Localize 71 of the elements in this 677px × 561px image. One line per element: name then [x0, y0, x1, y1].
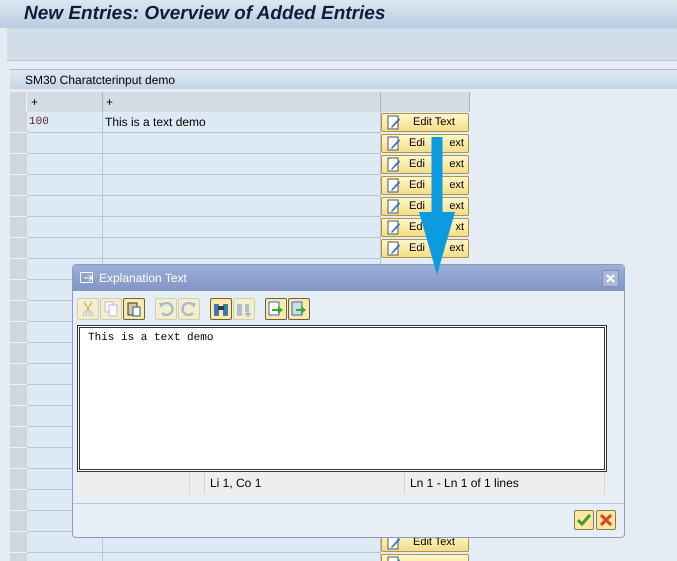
confirm-button[interactable]	[574, 510, 594, 530]
row-selector[interactable]	[10, 343, 27, 364]
button-label: ext	[449, 157, 464, 172]
table-cell: 100	[27, 112, 103, 133]
scissors-icon	[81, 301, 95, 317]
text-editor[interactable]: This is a text demo	[77, 325, 607, 472]
pencil-note-icon	[387, 220, 401, 235]
toolbar-button[interactable]	[123, 298, 145, 320]
row-selector[interactable]	[10, 238, 27, 259]
row-selector[interactable]	[10, 112, 27, 133]
row-selector[interactable]	[10, 196, 27, 217]
dialog-title: Explanation Text	[99, 270, 187, 287]
button-label: Edi	[409, 178, 425, 194]
table-cell: This is a text demo	[103, 112, 381, 133]
button-label: xt	[455, 220, 464, 236]
row-selector[interactable]	[10, 175, 27, 196]
button-label: Edi	[409, 157, 425, 172]
binoculars-icon	[213, 301, 229, 317]
pencil-note-icon	[387, 178, 401, 193]
button-label: ext	[449, 199, 464, 214]
toolbar-button[interactable]	[210, 298, 232, 320]
button-label: Edi	[409, 199, 425, 214]
row-selector[interactable]	[10, 217, 27, 238]
row-selector[interactable]	[10, 259, 27, 280]
button-label: ext	[449, 178, 464, 194]
row-selector[interactable]	[10, 301, 27, 322]
binoculars-plus-icon	[236, 301, 252, 317]
row-selector[interactable]	[10, 511, 27, 532]
row-selector[interactable]	[10, 280, 27, 301]
copy-icon	[104, 301, 118, 317]
row-selector[interactable]	[10, 532, 27, 553]
close-button[interactable]	[602, 270, 619, 286]
checkmark-icon	[577, 514, 591, 526]
button-label: ext	[449, 241, 464, 256]
pencil-note-icon	[387, 199, 401, 214]
row-selector[interactable]	[10, 427, 27, 448]
row-selector[interactable]	[10, 154, 27, 175]
row-selector[interactable]	[10, 364, 27, 385]
export-icon	[291, 301, 307, 317]
import-icon	[268, 301, 284, 317]
window-title: New Entries: Overview of Added Entries	[24, 2, 386, 26]
pencil-note-icon	[387, 157, 401, 172]
cancel-button[interactable]	[596, 510, 616, 530]
cursor-position: Li 1, Co 1	[205, 472, 405, 494]
row-selector[interactable]	[10, 469, 27, 490]
button-label: Edi	[409, 241, 425, 256]
select-all-cell[interactable]	[10, 92, 27, 112]
paste-icon	[127, 301, 141, 317]
button-label: Edi	[409, 136, 425, 152]
column-header[interactable]: +	[103, 92, 381, 112]
column-header[interactable]: +	[27, 92, 103, 112]
undo-icon	[158, 302, 174, 316]
row-selector[interactable]	[10, 490, 27, 511]
row-selector[interactable]	[10, 133, 27, 154]
pencil-note-icon	[387, 241, 401, 256]
panel-title: SM30 Charatcterinput demo	[25, 72, 176, 88]
line-count: Ln 1 - Ln 1 of 1 lines	[405, 472, 605, 494]
close-icon	[606, 274, 615, 282]
redo-icon	[181, 302, 197, 316]
row-selector[interactable]	[10, 385, 27, 406]
row-selector[interactable]	[10, 406, 27, 427]
button-label: Ed	[409, 220, 422, 236]
button-label: ext	[449, 136, 464, 152]
toolbar-button[interactable]	[265, 298, 287, 320]
row-selector[interactable]	[10, 448, 27, 469]
pencil-note-icon	[387, 115, 401, 130]
dialog-icon	[80, 272, 94, 284]
pencil-note-icon	[387, 136, 401, 151]
row-selector[interactable]	[10, 322, 27, 343]
edit-text-button[interactable]: Edit Text	[381, 113, 469, 132]
cancel-icon	[600, 514, 612, 526]
